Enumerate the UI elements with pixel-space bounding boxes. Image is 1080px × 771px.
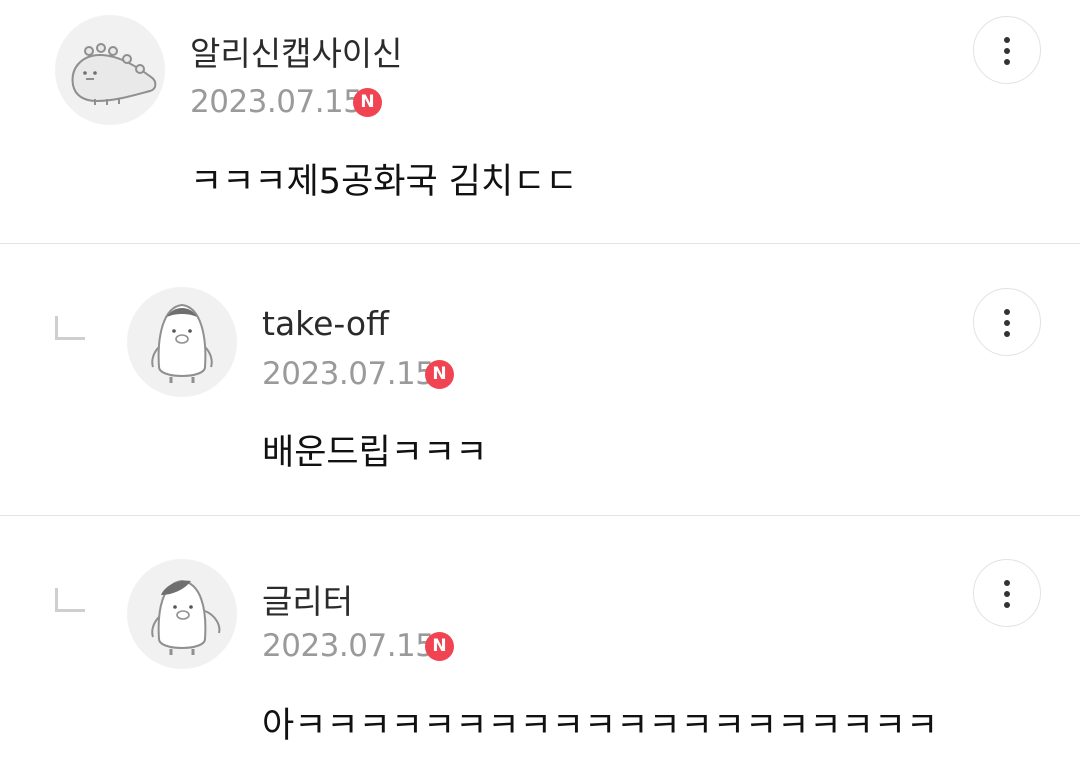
comment-item: 알리신캡사이신 2023.07.15 N ㅋㅋㅋ제5공화국 김치ㄷㄷ: [0, 0, 1080, 243]
comment-text: 배운드립ㅋㅋㅋ: [262, 433, 488, 473]
new-badge: N: [425, 632, 454, 661]
comment-text: 아ㅋㅋㅋㅋㅋㅋㅋㅋㅋㅋㅋㅋㅋㅋㅋㅋㅋㅋㅋㅋ: [262, 706, 939, 746]
reply-comment-item: take-off 2023.07.15 N 배운드립ㅋㅋㅋ: [0, 243, 1080, 515]
comment-username[interactable]: 글리터: [262, 575, 353, 623]
penguin-avatar-icon: [151, 579, 221, 655]
comment-date: 2023.07.15: [190, 84, 363, 120]
more-vertical-icon: [1004, 37, 1010, 43]
reply-comment-item: 글리터 2023.07.15 N 아ㅋㅋㅋㅋㅋㅋㅋㅋㅋㅋㅋㅋㅋㅋㅋㅋㅋㅋㅋㅋ: [0, 515, 1080, 771]
comment-text: ㅋㅋㅋ제5공화국 김치ㄷㄷ: [190, 162, 578, 202]
reply-arrow-icon: [55, 316, 85, 340]
avatar[interactable]: [127, 287, 237, 397]
dinosaur-avatar-icon: [71, 43, 157, 105]
more-vertical-icon: [1004, 580, 1010, 586]
new-badge: N: [425, 360, 454, 389]
comment-date: 2023.07.15: [262, 356, 435, 392]
avatar[interactable]: [127, 559, 237, 669]
more-button[interactable]: [973, 288, 1041, 356]
more-button[interactable]: [973, 559, 1041, 627]
comment-date: 2023.07.15: [262, 628, 435, 664]
more-vertical-icon: [1004, 309, 1010, 315]
penguin-avatar-icon: [151, 303, 213, 383]
comment-username[interactable]: 알리신캡사이신: [190, 27, 403, 75]
reply-arrow-icon: [55, 588, 85, 612]
comment-username[interactable]: take-off: [262, 304, 389, 343]
avatar[interactable]: [55, 15, 165, 125]
more-button[interactable]: [973, 16, 1041, 84]
new-badge: N: [353, 88, 382, 117]
